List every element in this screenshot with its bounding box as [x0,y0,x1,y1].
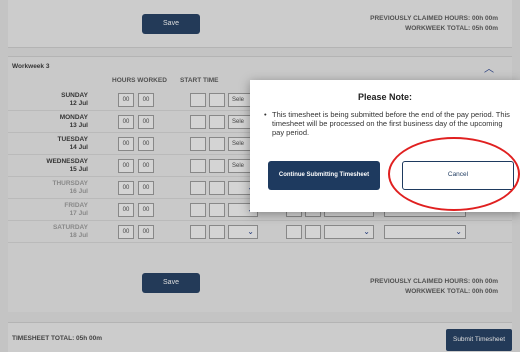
bullet-icon: • [264,110,267,119]
red-highlight-circle [388,137,520,211]
dialog-title: Please Note: [357,92,413,102]
dialog-message: • This timesheet is being submitted befo… [264,110,510,137]
continue-submitting-button[interactable]: Continue Submitting Timesheet [268,161,380,190]
